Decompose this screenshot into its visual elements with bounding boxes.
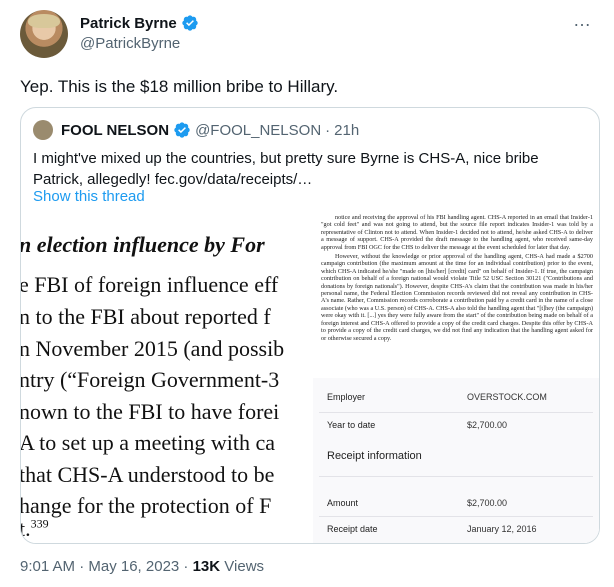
document-line: A to set up a meeting with ca xyxy=(21,430,275,455)
quoted-timestamp: 21h xyxy=(334,121,360,139)
quoted-tweet[interactable]: FOOL NELSON @FOOL_NELSON · 21h I might'v… xyxy=(20,107,600,544)
tweet-timestamp[interactable]: 9:01 AM · May 16, 2023 · xyxy=(20,558,193,575)
quoted-tweet-text: I might've mixed up the countries, but p… xyxy=(33,150,539,188)
quoted-media[interactable]: n election influence by For e FBI of for… xyxy=(21,212,599,543)
fec-receipt-panel: Employer OVERSTOCK.COM Year to date $2,7… xyxy=(313,378,599,543)
verified-badge-icon xyxy=(174,122,190,138)
receipt-date-value: January 12, 2016 xyxy=(467,524,537,534)
receipt-date-label: Receipt date xyxy=(327,524,378,534)
document-footnote: t.339 xyxy=(21,516,49,542)
more-options-icon[interactable]: … xyxy=(573,10,592,31)
ytd-label: Year to date xyxy=(327,420,376,430)
amount-value: $2,700.00 xyxy=(467,498,508,508)
document-excerpt: notice and receiving the approval of his… xyxy=(321,214,593,344)
divider xyxy=(319,516,593,517)
document-heading: n election influence by For xyxy=(21,232,265,257)
employer-value: OVERSTOCK.COM xyxy=(467,392,547,402)
document-paragraph: notice and receiving the approval of his… xyxy=(321,214,593,251)
verified-badge-icon xyxy=(182,15,198,31)
avatar[interactable] xyxy=(20,10,68,58)
footnote-text: t. xyxy=(21,516,31,541)
author-name-row: Patrick Byrne xyxy=(80,14,199,32)
divider xyxy=(319,476,593,477)
author-handle[interactable]: @PatrickByrne xyxy=(80,35,180,52)
views-label: Views xyxy=(220,558,265,575)
document-line: ntry (“Foreign Government-3 xyxy=(21,367,280,392)
document-image-right: notice and receiving the approval of his… xyxy=(313,212,599,543)
quoted-tweet-header: FOOL NELSON @FOOL_NELSON · 21h xyxy=(33,120,359,140)
document-paragraph: However, without the knowledge or prior … xyxy=(321,253,593,342)
divider xyxy=(319,412,593,413)
views-count[interactable]: 13K xyxy=(193,558,221,575)
separator-dot: · xyxy=(325,121,331,139)
tweet-header: Patrick Byrne @PatrickByrne … xyxy=(20,10,600,60)
quoted-author-name: FOOL NELSON xyxy=(61,121,170,139)
quoted-author-handle: @FOOL_NELSON xyxy=(195,121,322,139)
receipt-section-title: Receipt information xyxy=(327,450,422,462)
amount-label: Amount xyxy=(327,498,359,508)
tweet-metadata: 9:01 AM · May 16, 2023 · 13K Views xyxy=(20,558,264,575)
author-name[interactable]: Patrick Byrne xyxy=(80,15,177,32)
employer-label: Employer xyxy=(327,392,366,402)
document-line: n November 2015 (and possib xyxy=(21,336,285,361)
document-line: that CHS-A understood to be xyxy=(21,462,275,487)
document-line: nown to the FBI to have forei xyxy=(21,399,280,424)
quoted-avatar xyxy=(33,120,53,140)
ytd-value: $2,700.00 xyxy=(467,420,508,430)
document-line: n to the FBI about reported f xyxy=(21,304,271,329)
document-line: e FBI of foreign influence eff xyxy=(21,272,279,297)
show-thread-link[interactable]: Show this thread xyxy=(33,188,145,205)
document-line: hange for the protection of F xyxy=(21,493,272,518)
footnote-number: 339 xyxy=(30,516,49,531)
document-image-left: n election influence by For e FBI of for… xyxy=(21,212,309,543)
tweet-text: Yep. This is the $18 million bribe to Hi… xyxy=(20,77,339,96)
